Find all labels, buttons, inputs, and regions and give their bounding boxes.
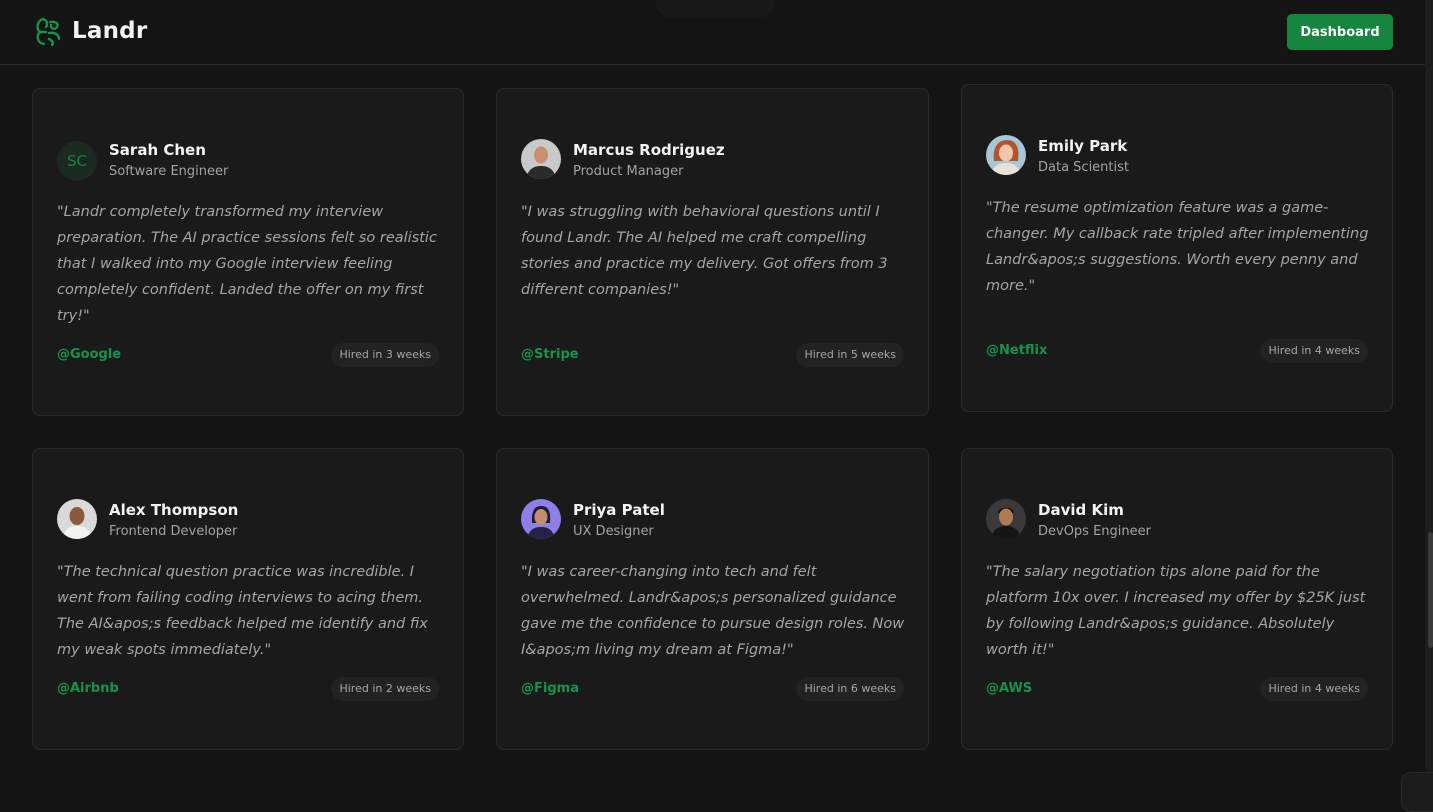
person-name: Marcus Rodriguez — [573, 141, 725, 159]
company-handle: @Netflix — [986, 343, 1048, 358]
company-handle: @Stripe — [521, 347, 579, 362]
avatar-initials: SC — [57, 141, 97, 181]
hired-badge: Hired in 3 weeks — [331, 343, 439, 367]
testimonial-card: Priya Patel UX Designer "I was career-ch… — [496, 448, 929, 750]
person-name: Alex Thompson — [109, 501, 239, 519]
person-name: Sarah Chen — [109, 141, 206, 159]
person-name: Priya Patel — [573, 501, 665, 519]
person-photo-icon — [986, 499, 1026, 539]
company-handle: @Airbnb — [57, 681, 119, 696]
dashboard-button[interactable]: Dashboard — [1287, 14, 1393, 50]
testimonial-quote: "The salary negotiation tips alone paid … — [986, 564, 1366, 658]
person-role: Product Manager — [573, 164, 684, 179]
person-photo-icon — [521, 139, 561, 179]
person-role: Frontend Developer — [109, 524, 238, 539]
faded-nav-pill — [655, 0, 775, 18]
brand-name: Landr — [72, 18, 148, 44]
person-role: Software Engineer — [109, 164, 229, 179]
top-header: Landr Dashboard — [0, 0, 1425, 65]
testimonial-card: Marcus Rodriguez Product Manager "I was … — [496, 88, 929, 416]
hired-badge: Hired in 4 weeks — [1260, 677, 1368, 701]
person-role: DevOps Engineer — [1038, 524, 1151, 539]
avatar — [986, 135, 1026, 175]
person-role: UX Designer — [573, 524, 654, 539]
avatar — [521, 139, 561, 179]
landr-logo-icon — [36, 17, 61, 47]
avatar — [521, 499, 561, 539]
person-photo-icon — [986, 135, 1026, 175]
hired-badge: Hired in 4 weeks — [1260, 339, 1368, 363]
testimonial-card: Alex Thompson Frontend Developer "The te… — [32, 448, 464, 750]
scrollbar-track[interactable] — [1425, 0, 1433, 798]
scrollbar-thumb[interactable] — [1428, 532, 1433, 648]
person-photo-icon — [521, 499, 561, 539]
hired-badge: Hired in 6 weeks — [796, 677, 904, 701]
avatar — [57, 499, 97, 539]
testimonial-card: Emily Park Data Scientist "The resume op… — [961, 84, 1393, 412]
testimonial-quote: "I was career-changing into tech and fel… — [521, 564, 905, 658]
testimonial-quote: "The technical question practice was inc… — [57, 564, 428, 658]
floating-widget-button[interactable] — [1401, 772, 1433, 812]
company-handle: @AWS — [986, 681, 1033, 696]
testimonial-card: David Kim DevOps Engineer "The salary ne… — [961, 448, 1393, 750]
avatar: SC — [57, 141, 97, 181]
testimonial-card: SC Sarah Chen Software Engineer "Landr c… — [32, 88, 464, 416]
hired-badge: Hired in 2 weeks — [331, 677, 439, 701]
avatar — [986, 499, 1026, 539]
company-handle: @Figma — [521, 681, 579, 696]
testimonial-quote: "Landr completely transformed my intervi… — [57, 204, 437, 324]
brand[interactable]: Landr — [32, 15, 147, 47]
person-name: Emily Park — [1038, 137, 1128, 155]
person-role: Data Scientist — [1038, 160, 1129, 175]
testimonial-quote: "I was struggling with behavioral questi… — [521, 204, 888, 298]
person-name: David Kim — [1038, 501, 1124, 519]
hired-badge: Hired in 5 weeks — [796, 343, 904, 367]
person-photo-icon — [57, 499, 97, 539]
company-handle: @Google — [57, 347, 122, 362]
testimonial-quote: "The resume optimization feature was a g… — [986, 200, 1369, 294]
